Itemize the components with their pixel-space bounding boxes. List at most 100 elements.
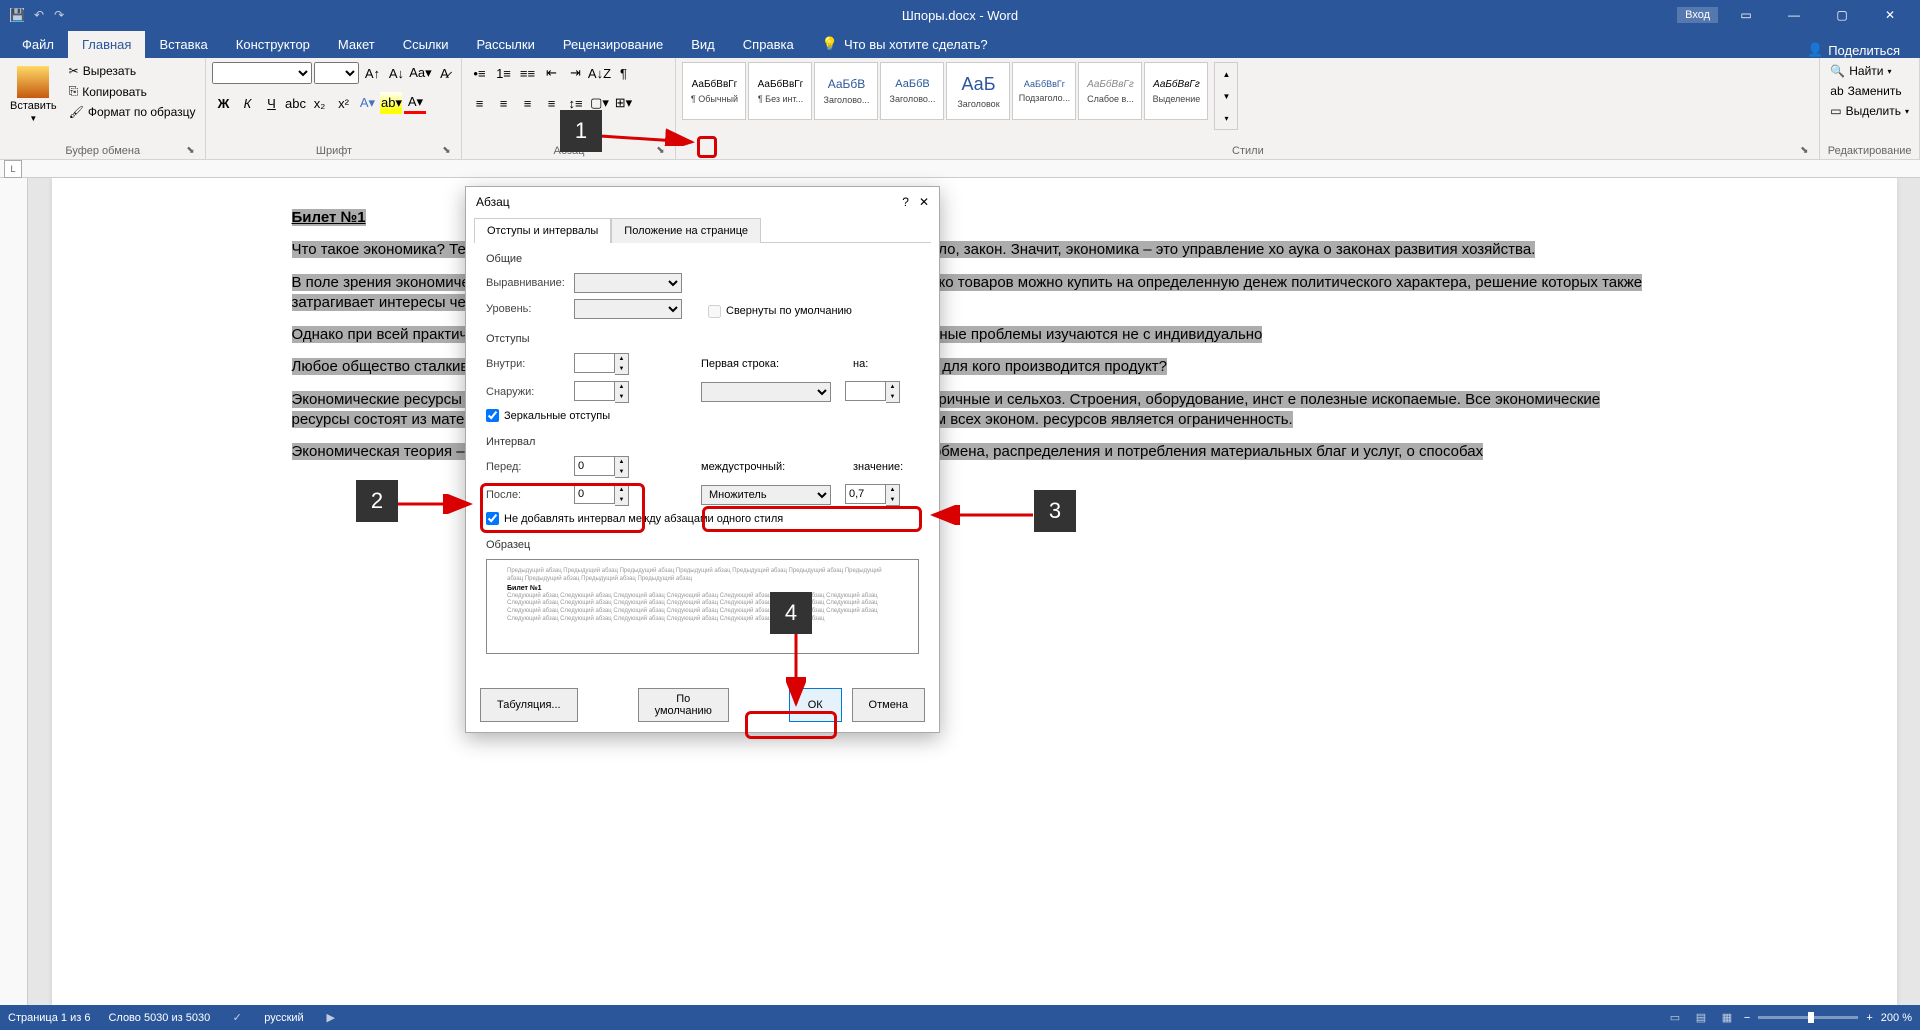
change-case-button[interactable]: Aa▾ (409, 62, 431, 84)
status-page[interactable]: Страница 1 из 6 (8, 1012, 90, 1024)
style-subtle[interactable]: АаБбВвГгСлабое в... (1078, 62, 1142, 120)
view-print-icon[interactable]: ▤ (1692, 1009, 1710, 1027)
subscript-button[interactable]: x₂ (308, 92, 330, 114)
firstline-select[interactable] (701, 382, 831, 402)
ruler-vertical[interactable] (0, 178, 28, 1005)
close-icon[interactable]: ✕ (1870, 0, 1910, 30)
superscript-button[interactable]: x² (332, 92, 354, 114)
inside-input[interactable] (574, 353, 615, 373)
default-button[interactable]: По умолчанию (638, 688, 729, 722)
spin-down-icon[interactable]: ▼ (886, 495, 899, 505)
font-family-select[interactable] (212, 62, 312, 84)
mirror-checkbox[interactable] (486, 409, 499, 422)
spin-up-icon[interactable]: ▲ (615, 485, 628, 495)
copy-button[interactable]: ⎘Копировать (65, 82, 200, 101)
view-web-icon[interactable]: ▦ (1718, 1009, 1736, 1027)
style-title[interactable]: АаБЗаголовок (946, 62, 1010, 120)
share-button[interactable]: 👤 Поделиться (1807, 42, 1920, 58)
tab-home[interactable]: Главная (68, 31, 145, 58)
show-marks-button[interactable]: ¶ (612, 62, 634, 84)
zoom-in-icon[interactable]: + (1866, 1012, 1872, 1024)
font-color-button[interactable]: A▾ (404, 92, 426, 114)
styles-launcher-icon[interactable]: ⬊ (1797, 143, 1811, 157)
cancel-button[interactable]: Отмена (852, 688, 925, 722)
spin-up-icon[interactable]: ▲ (615, 457, 628, 467)
strike-button[interactable]: abc (284, 92, 306, 114)
style-subtitle[interactable]: АаБбВвГгПодзаголо... (1012, 62, 1076, 120)
borders-button[interactable]: ⊞▾ (612, 92, 634, 114)
dialog-tab-indents[interactable]: Отступы и интервалы (474, 218, 611, 243)
mirror-check[interactable]: Зеркальные отступы (486, 409, 919, 422)
styles-more-icon[interactable]: ▾ (1215, 107, 1237, 129)
spin-up-icon[interactable]: ▲ (886, 485, 899, 495)
spin-down-icon[interactable]: ▼ (615, 364, 628, 374)
after-input[interactable] (574, 484, 615, 504)
tab-tellme[interactable]: 💡 Что вы хотите сделать? (808, 30, 1002, 58)
style-emphasis[interactable]: АаБбВвГгВыделение (1144, 62, 1208, 120)
tab-layout[interactable]: Макет (324, 31, 389, 58)
ruler-horizontal[interactable]: L (0, 160, 1920, 178)
at-input[interactable] (845, 484, 886, 504)
alignment-select[interactable] (574, 273, 682, 293)
undo-icon[interactable]: ↶ (34, 8, 44, 22)
font-launcher-icon[interactable]: ⬊ (439, 143, 453, 157)
align-right-button[interactable]: ≡ (516, 92, 538, 114)
spin-down-icon[interactable]: ▼ (615, 467, 628, 477)
macro-icon[interactable]: ▶ (322, 1009, 340, 1027)
tab-references[interactable]: Ссылки (389, 31, 463, 58)
by-input[interactable] (845, 381, 886, 401)
tabs-button[interactable]: Табуляция... (480, 688, 578, 722)
close-dialog-icon[interactable]: ✕ (919, 195, 929, 209)
nospace-check[interactable]: Не добавлять интервал между абзацами одн… (486, 512, 919, 525)
text-effects-button[interactable]: A▾ (356, 92, 378, 114)
view-read-icon[interactable]: ▭ (1666, 1009, 1684, 1027)
maximize-icon[interactable]: ▢ (1822, 0, 1862, 30)
help-icon[interactable]: ? (902, 195, 909, 209)
tab-review[interactable]: Рецензирование (549, 31, 677, 58)
paste-button[interactable]: Вставить ▼ (6, 62, 61, 127)
styles-down-icon[interactable]: ▼ (1215, 85, 1237, 107)
dialog-tab-position[interactable]: Положение на странице (611, 218, 761, 243)
shrink-font-button[interactable]: A↓ (385, 62, 407, 84)
zoom-slider[interactable] (1758, 1016, 1858, 1019)
style-normal[interactable]: АаБбВвГг¶ Обычный (682, 62, 746, 120)
replace-button[interactable]: abЗаменить (1826, 82, 1913, 100)
outline-select[interactable] (574, 299, 682, 319)
italic-button[interactable]: К (236, 92, 258, 114)
status-words[interactable]: Слово 5030 из 5030 (108, 1012, 210, 1024)
login-button[interactable]: Вход (1677, 7, 1718, 23)
tab-insert[interactable]: Вставка (145, 31, 221, 58)
tab-help[interactable]: Справка (729, 31, 808, 58)
increase-indent-button[interactable]: ⇥ (564, 62, 586, 84)
spin-up-icon[interactable]: ▲ (886, 382, 899, 392)
tab-view[interactable]: Вид (677, 31, 729, 58)
ribbon-options-icon[interactable]: ▭ (1726, 0, 1766, 30)
before-input[interactable] (574, 456, 615, 476)
format-painter-button[interactable]: 🖌Формат по образцу (65, 103, 200, 121)
collapsed-check[interactable]: Свернуты по умолчанию (708, 305, 852, 318)
grow-font-button[interactable]: A↑ (361, 62, 383, 84)
outside-input[interactable] (574, 381, 615, 401)
decrease-indent-button[interactable]: ⇤ (540, 62, 562, 84)
style-heading2[interactable]: АаБбВЗаголово... (880, 62, 944, 120)
save-icon[interactable]: 💾 (10, 8, 24, 22)
style-heading1[interactable]: АаБбВЗаголово... (814, 62, 878, 120)
align-center-button[interactable]: ≡ (492, 92, 514, 114)
underline-button[interactable]: Ч (260, 92, 282, 114)
document-scroll[interactable]: Билет №1 Что такое экономика? Термин я г… (28, 178, 1920, 1005)
tab-selector-icon[interactable]: L (4, 160, 22, 178)
bullets-button[interactable]: •≡ (468, 62, 490, 84)
minimize-icon[interactable]: — (1774, 0, 1814, 30)
styles-up-icon[interactable]: ▲ (1215, 63, 1237, 85)
zoom-out-icon[interactable]: − (1744, 1012, 1750, 1024)
sort-button[interactable]: A↓Z (588, 62, 610, 84)
cut-button[interactable]: ✂Вырезать (65, 62, 200, 80)
redo-icon[interactable]: ↷ (54, 8, 64, 22)
highlight-button[interactable]: ab▾ (380, 92, 402, 114)
bold-button[interactable]: Ж (212, 92, 234, 114)
linespacing-select[interactable]: Множитель (701, 485, 831, 505)
spin-down-icon[interactable]: ▼ (615, 392, 628, 402)
align-left-button[interactable]: ≡ (468, 92, 490, 114)
spellcheck-icon[interactable]: ✓ (228, 1009, 246, 1027)
style-nospace[interactable]: АаБбВвГг¶ Без инт... (748, 62, 812, 120)
